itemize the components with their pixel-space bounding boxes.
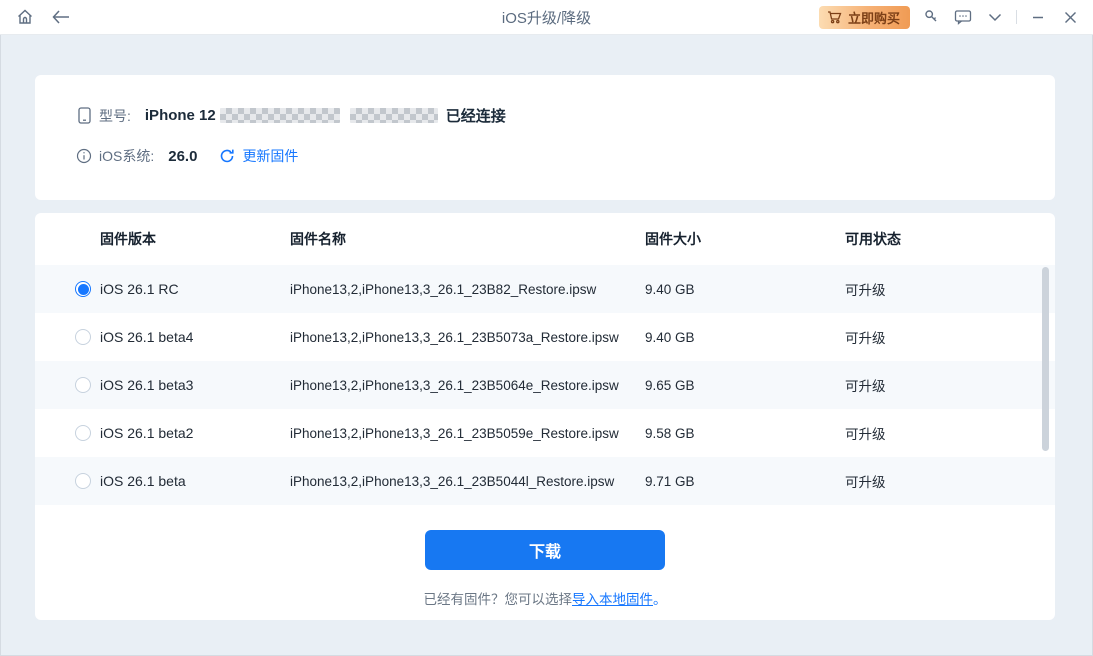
- hint-end: 。: [653, 592, 667, 607]
- local-firmware-hint: 已经有固件？您可以选择导入本地固件。: [35, 588, 1055, 608]
- firmware-status: 可升级: [845, 283, 886, 298]
- firmware-row[interactable]: iOS 26.1 beta3 iPhone13,2,iPhone13,3_26.…: [35, 361, 1055, 409]
- firmware-table-body: iOS 26.1 RC iPhone13,2,iPhone13,3_26.1_2…: [35, 265, 1055, 505]
- back-arrow-icon[interactable]: [50, 6, 72, 28]
- firmware-name: iPhone13,2,iPhone13,3_26.1_23B5064e_Rest…: [290, 377, 619, 393]
- firmware-version: iOS 26.1 beta2: [100, 425, 194, 441]
- firmware-size: 9.40 GB: [645, 329, 695, 345]
- ios-system-label: iOS系统:: [99, 148, 155, 164]
- firmware-radio[interactable]: [75, 281, 91, 297]
- model-label: 型号:: [99, 107, 131, 124]
- firmware-radio[interactable]: [75, 329, 91, 345]
- connect-status: 已经连接: [445, 108, 506, 125]
- redacted-serial-block: [219, 108, 340, 123]
- firmware-name: iPhone13,2,iPhone13,3_26.1_23B5073a_Rest…: [290, 329, 619, 345]
- download-button[interactable]: 下载: [425, 530, 665, 570]
- close-icon[interactable]: [1059, 6, 1081, 28]
- buy-now-button[interactable]: 立即购买: [818, 5, 910, 29]
- firmware-size: 9.71 GB: [645, 473, 695, 489]
- firmware-size: 9.58 GB: [645, 425, 695, 441]
- register-key-icon[interactable]: [920, 6, 942, 28]
- buy-now-label: 立即购买: [847, 10, 900, 26]
- phone-icon: [75, 107, 93, 124]
- model-name: iPhone 12: [144, 107, 216, 124]
- device-model-row: 型号: iPhone 12 已经连接: [75, 105, 1015, 126]
- refresh-icon: [219, 148, 235, 164]
- cart-icon: [827, 10, 842, 24]
- header-firmware-size: 固件大小: [645, 231, 701, 247]
- firmware-radio[interactable]: [75, 473, 91, 489]
- device-ios-row: iOS系统: 26.0 更新固件: [75, 146, 1015, 166]
- firmware-row[interactable]: iOS 26.1 beta2 iPhone13,2,iPhone13,3_26.…: [35, 409, 1055, 457]
- firmware-row[interactable]: iOS 26.1 RC iPhone13,2,iPhone13,3_26.1_2…: [35, 265, 1055, 313]
- header-firmware-version: 固件版本: [100, 231, 156, 247]
- firmware-table-header: 固件版本 固件名称 固件大小 可用状态: [35, 213, 1055, 265]
- info-icon: [75, 148, 93, 164]
- firmware-status: 可升级: [845, 379, 886, 394]
- firmware-status: 可升级: [845, 427, 886, 442]
- chevron-down-icon[interactable]: [984, 6, 1006, 28]
- ios-version-value: 26.0: [168, 147, 198, 165]
- firmware-radio[interactable]: [75, 425, 91, 441]
- firmware-version: iOS 26.1 beta3: [100, 377, 194, 393]
- header-availability: 可用状态: [845, 231, 901, 247]
- firmware-row[interactable]: iOS 26.1 beta4 iPhone13,2,iPhone13,3_26.…: [35, 313, 1055, 361]
- minimize-icon[interactable]: [1027, 6, 1049, 28]
- import-local-firmware-link[interactable]: 导入本地固件: [572, 592, 653, 607]
- table-scrollbar-thumb[interactable]: [1042, 267, 1049, 451]
- firmware-status: 可升级: [845, 475, 886, 490]
- firmware-version: iOS 26.1 RC: [100, 281, 179, 297]
- firmware-card: 固件版本 固件名称 固件大小 可用状态 iOS 26.1 RC iPhone13…: [35, 213, 1055, 620]
- home-icon[interactable]: [14, 6, 36, 28]
- firmware-size: 9.65 GB: [645, 377, 695, 393]
- titlebar-divider: [1016, 10, 1017, 24]
- header-firmware-name: 固件名称: [290, 231, 346, 247]
- firmware-radio[interactable]: [75, 377, 91, 393]
- firmware-version: iOS 26.1 beta4: [100, 329, 194, 345]
- hint-text: 已经有固件？您可以选择: [423, 592, 573, 607]
- update-firmware-link[interactable]: 更新固件: [219, 146, 298, 166]
- firmware-name: iPhone13,2,iPhone13,3_26.1_23B82_Restore…: [290, 281, 597, 297]
- device-info-card: 型号: iPhone 12 已经连接 iOS系统: 26.0 更新固件: [35, 75, 1055, 200]
- firmware-version: iOS 26.1 beta: [100, 473, 186, 489]
- firmware-name: iPhone13,2,iPhone13,3_26.1_23B5059e_Rest…: [290, 425, 619, 441]
- firmware-size: 9.40 GB: [645, 281, 695, 297]
- redacted-serial-block: [349, 108, 438, 123]
- firmware-name: iPhone13,2,iPhone13,3_26.1_23B5044l_Rest…: [290, 473, 615, 489]
- titlebar: iOS升级/降级 立即购买: [0, 0, 1093, 35]
- update-firmware-label: 更新固件: [242, 148, 299, 164]
- feedback-icon[interactable]: [952, 6, 974, 28]
- firmware-row[interactable]: iOS 26.1 beta iPhone13,2,iPhone13,3_26.1…: [35, 457, 1055, 505]
- firmware-status: 可升级: [845, 331, 886, 346]
